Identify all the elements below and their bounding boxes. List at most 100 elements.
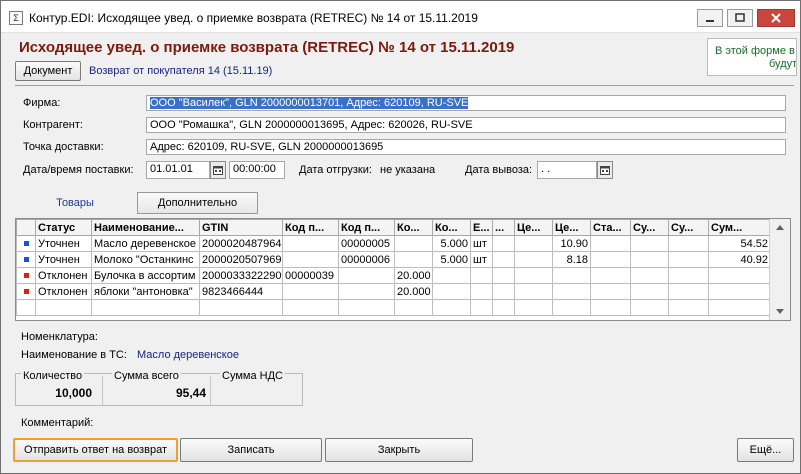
cell-sum-2[interactable] <box>668 251 709 268</box>
cell-unit[interactable] <box>470 267 493 284</box>
cell-qty-2[interactable] <box>432 283 471 300</box>
cell-sum-total[interactable]: 54.52 <box>708 235 771 252</box>
cell-sum-2[interactable] <box>668 283 709 300</box>
save-button[interactable]: Записать <box>180 438 322 462</box>
cell-status[interactable]: Отклонен <box>35 267 92 284</box>
cell-qty-1[interactable] <box>394 251 433 268</box>
column-header-rate[interactable]: Ста... <box>590 219 631 236</box>
cell-extra[interactable] <box>492 251 515 268</box>
document-button[interactable]: Документ <box>15 61 81 81</box>
cell-extra[interactable] <box>492 235 515 252</box>
column-header-sum-2[interactable]: Су... <box>668 219 709 236</box>
column-header-code-2[interactable]: Код п... <box>338 219 395 236</box>
cell-price-1[interactable] <box>514 283 553 300</box>
column-header-price-2[interactable]: Це... <box>552 219 591 236</box>
cell-status[interactable]: Уточнен <box>35 251 92 268</box>
cell-code-1[interactable] <box>282 283 339 300</box>
cell-unit[interactable]: шт <box>470 235 493 252</box>
cell-sum-2[interactable] <box>668 267 709 284</box>
tab-goods[interactable]: Товары <box>15 192 135 214</box>
minimize-button[interactable] <box>697 9 723 27</box>
tab-additional[interactable]: Дополнительно <box>137 192 258 214</box>
cell-price-2[interactable]: 8.18 <box>552 251 591 268</box>
column-header-qty-1[interactable]: Ко... <box>394 219 433 236</box>
delivery-time-input[interactable]: 00:00:00 <box>229 161 285 179</box>
cell-code-2[interactable] <box>338 283 395 300</box>
cell-sum-1[interactable] <box>630 235 669 252</box>
cell-qty-2[interactable] <box>432 267 471 284</box>
cell-sum-total[interactable] <box>708 283 771 300</box>
cell-rate[interactable] <box>590 235 631 252</box>
send-return-response-button[interactable]: Отправить ответ на возврат <box>13 438 178 462</box>
cell-code-1[interactable] <box>282 235 339 252</box>
export-date-input[interactable]: . . <box>537 161 597 179</box>
cell-qty-1[interactable] <box>394 235 433 252</box>
scroll-down-button[interactable] <box>774 307 786 317</box>
cell-sum-1[interactable] <box>630 283 669 300</box>
cell-code-2[interactable]: 00000005 <box>338 235 395 252</box>
column-header-gtin[interactable]: GTIN <box>199 219 283 236</box>
cell-sum-total[interactable]: 40.92 <box>708 251 771 268</box>
return-document-link[interactable]: Возврат от покупателя 14 (15.11.19) <box>89 65 272 77</box>
cell-price-2[interactable] <box>552 267 591 284</box>
firm-field[interactable]: ООО "Василек", GLN 2000000013701, Адрес:… <box>146 95 786 111</box>
delivery-point-field[interactable]: Адрес: 620109, RU-SVE, GLN 2000000013695 <box>146 139 786 155</box>
column-header-sum-1[interactable]: Су... <box>630 219 669 236</box>
scroll-up-button[interactable] <box>774 222 786 232</box>
cell-status[interactable]: Отклонен <box>35 283 92 300</box>
cell-code-1[interactable] <box>282 251 339 268</box>
cell-name[interactable]: Молоко "Останкинс <box>91 251 200 268</box>
cell-price-2[interactable]: 10.90 <box>552 235 591 252</box>
column-header-extra[interactable]: ... <box>492 219 515 236</box>
cell-qty-1[interactable]: 20.000 <box>394 267 433 284</box>
cell-qty-2[interactable]: 5.000 <box>432 251 471 268</box>
counterparty-field[interactable]: ООО "Ромашка", GLN 2000000013695, Адрес:… <box>146 117 786 133</box>
cell-price-1[interactable] <box>514 267 553 284</box>
delivery-date-input[interactable]: 01.01.01 <box>146 161 210 179</box>
column-header-marker[interactable] <box>16 219 36 236</box>
table-row[interactable]: Отклонен яблоки "антоновка" 9823466444 20.0… <box>16 283 771 300</box>
cell-price-1[interactable] <box>514 235 553 252</box>
close-button[interactable]: Закрыть <box>325 438 473 462</box>
cell-price-2[interactable] <box>552 283 591 300</box>
cell-price-1[interactable] <box>514 251 553 268</box>
cell-gtin[interactable]: 9823466444 <box>199 283 283 300</box>
cell-gtin[interactable]: 2000033322290 <box>199 267 283 284</box>
cell-unit[interactable]: шт <box>470 251 493 268</box>
cell-qty-2[interactable]: 5.000 <box>432 235 471 252</box>
cell-gtin[interactable]: 2000020487964 <box>199 235 283 252</box>
cell-rate[interactable] <box>590 251 631 268</box>
cell-sum-2[interactable] <box>668 235 709 252</box>
column-header-unit[interactable]: Е... <box>470 219 493 236</box>
close-window-button[interactable] <box>757 9 795 27</box>
cell-code-2[interactable]: 00000006 <box>338 251 395 268</box>
cell-rate[interactable] <box>590 267 631 284</box>
cell-extra[interactable] <box>492 267 515 284</box>
cell-name[interactable]: яблоки "антоновка" <box>91 283 200 300</box>
cell-sum-total[interactable] <box>708 267 771 284</box>
column-header-price-1[interactable]: Це... <box>514 219 553 236</box>
column-header-code-1[interactable]: Код п... <box>282 219 339 236</box>
column-header-qty-2[interactable]: Ко... <box>432 219 471 236</box>
maximize-button[interactable] <box>727 9 753 27</box>
column-header-status[interactable]: Статус <box>35 219 92 236</box>
cell-name[interactable]: Булочка в ассортим <box>91 267 200 284</box>
cell-status[interactable]: Уточнен <box>35 235 92 252</box>
table-row[interactable]: Уточнен Молоко "Останкинс 2000020507969 000… <box>16 251 771 268</box>
table-vertical-scrollbar[interactable] <box>769 219 790 320</box>
cell-code-2[interactable] <box>338 267 395 284</box>
export-date-calendar-button[interactable] <box>597 161 613 179</box>
column-header-name[interactable]: Наименование... <box>91 219 200 236</box>
cell-gtin[interactable]: 2000020507969 <box>199 251 283 268</box>
column-header-sum-total[interactable]: Сум... <box>708 219 771 236</box>
cell-qty-1[interactable]: 20.000 <box>394 283 433 300</box>
table-row[interactable]: Уточнен Масло деревенское 2000020487964 000… <box>16 235 771 252</box>
cell-sum-1[interactable] <box>630 251 669 268</box>
table-row[interactable]: Отклонен Булочка в ассортим 2000033322290 0… <box>16 267 771 284</box>
cell-name[interactable]: Масло деревенское <box>91 235 200 252</box>
cell-rate[interactable] <box>590 283 631 300</box>
cell-extra[interactable] <box>492 283 515 300</box>
cell-sum-1[interactable] <box>630 267 669 284</box>
delivery-date-calendar-button[interactable] <box>210 161 226 179</box>
cell-unit[interactable] <box>470 283 493 300</box>
